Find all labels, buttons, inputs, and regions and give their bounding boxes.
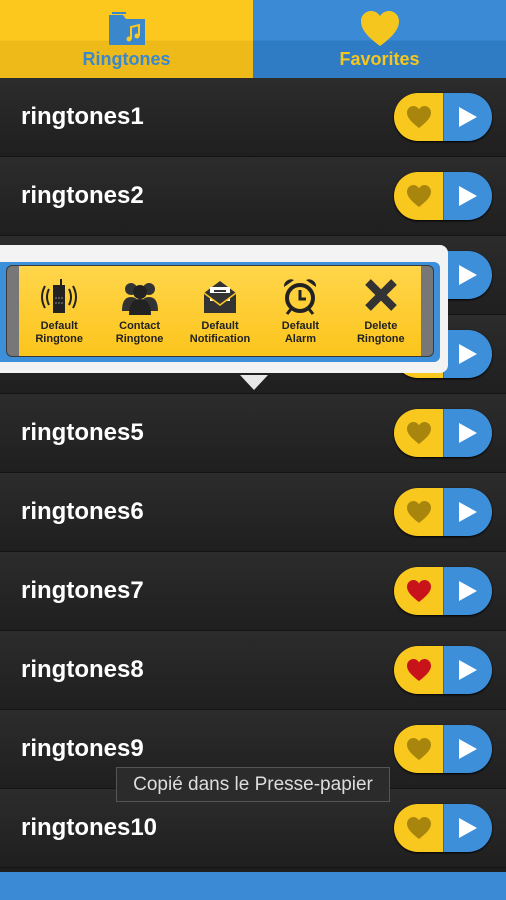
play-icon <box>459 186 477 206</box>
play-icon <box>459 818 477 838</box>
action-alarm-clock[interactable]: Default Alarm <box>260 266 340 356</box>
phone-ringing-icon <box>41 278 78 313</box>
list-item[interactable]: ringtones8 <box>0 631 506 710</box>
heart-icon <box>406 580 431 602</box>
play-button[interactable] <box>443 330 492 378</box>
action-label-line2: Notification <box>189 332 251 345</box>
ringtone-name: ringtones6 <box>21 498 144 525</box>
favorite-button[interactable] <box>394 93 443 141</box>
play-icon <box>459 660 477 680</box>
favorite-button[interactable] <box>394 567 443 615</box>
play-icon <box>459 581 477 601</box>
action-label-line1: Contact <box>119 319 161 332</box>
bottom-bar <box>0 872 506 900</box>
favorite-button[interactable] <box>394 409 443 457</box>
favorite-button[interactable] <box>394 488 443 536</box>
favorite-button[interactable] <box>394 172 443 220</box>
popup-pointer <box>240 375 268 390</box>
ringtone-controls <box>394 646 492 694</box>
favorite-button[interactable] <box>394 725 443 773</box>
action-label-line1: Default <box>281 319 320 332</box>
ringtone-name: ringtones10 <box>21 814 158 841</box>
ringtone-name: ringtones2 <box>21 182 144 209</box>
list-item[interactable]: ringtones2 <box>0 157 506 236</box>
heart-icon <box>406 817 431 839</box>
play-icon <box>459 344 477 364</box>
list-item[interactable]: ringtones1 <box>0 78 506 157</box>
action-label-line2: Ringtone <box>115 332 164 345</box>
ringtone-controls <box>394 488 492 536</box>
play-button[interactable] <box>443 804 492 852</box>
play-icon <box>459 502 477 522</box>
heart-icon <box>406 659 431 681</box>
ringtone-controls <box>394 409 492 457</box>
ringtone-name: ringtones1 <box>21 103 144 130</box>
contacts-icon <box>121 282 158 315</box>
heart-icon <box>406 501 431 523</box>
action-envelope[interactable]: Default Notification <box>180 266 260 356</box>
tab-ringtones[interactable]: Ringtones <box>0 0 253 78</box>
play-icon <box>459 423 477 443</box>
tab-bar: Ringtones Favorites <box>0 0 506 78</box>
ringtone-name: ringtones8 <box>21 656 144 683</box>
tab-label: Favorites <box>339 49 420 69</box>
action-label-line1: Default <box>201 319 239 332</box>
ringtone-controls <box>394 725 492 773</box>
play-icon <box>459 265 477 285</box>
ringtone-name: ringtones7 <box>21 577 144 604</box>
action-label-line1: Default <box>40 319 78 332</box>
list-item[interactable]: ringtones5 <box>0 394 506 473</box>
heart-icon <box>406 106 431 128</box>
play-button[interactable] <box>443 725 492 773</box>
action-label-line1: Delete <box>364 319 398 332</box>
list-item[interactable]: ringtones7 <box>0 552 506 631</box>
play-button[interactable] <box>443 409 492 457</box>
play-icon <box>459 107 477 127</box>
play-button[interactable] <box>443 488 492 536</box>
action-label-line2: Ringtone <box>356 332 405 345</box>
ringtone-list: ringtones1 ringtones2 ringtones3 rington… <box>0 78 506 868</box>
play-button[interactable] <box>443 251 492 299</box>
ringtone-controls <box>394 172 492 220</box>
folder-music-icon <box>108 12 145 45</box>
favorite-button[interactable] <box>394 646 443 694</box>
action-contacts[interactable]: Contact Ringtone <box>99 266 179 356</box>
action-popup: Default Ringtone Contact Ringtone Default Not… <box>0 245 448 373</box>
play-button[interactable] <box>443 172 492 220</box>
envelope-icon <box>203 280 237 313</box>
action-bar: Default Ringtone Contact Ringtone Default Not… <box>19 266 421 356</box>
ringtone-name: ringtones9 <box>21 735 144 762</box>
tab-favorites[interactable]: Favorites <box>253 0 506 78</box>
play-button[interactable] <box>443 567 492 615</box>
favorite-button[interactable] <box>394 804 443 852</box>
ringtone-name: ringtones5 <box>21 419 144 446</box>
action-phone-ringing[interactable]: Default Ringtone <box>19 266 99 356</box>
tab-label: Ringtones <box>82 49 171 69</box>
toast-message: Copié dans le Presse-papier <box>116 767 390 802</box>
ringtone-controls <box>394 567 492 615</box>
heart-icon <box>406 185 431 207</box>
action-delete-x[interactable]: Delete Ringtone <box>341 266 421 356</box>
ringtone-controls <box>394 804 492 852</box>
heart-icon <box>360 11 399 46</box>
list-item[interactable]: ringtones6 <box>0 473 506 552</box>
alarm-clock-icon <box>284 278 317 315</box>
play-button[interactable] <box>443 93 492 141</box>
delete-x-icon <box>364 278 397 311</box>
ringtone-controls <box>394 93 492 141</box>
play-button[interactable] <box>443 646 492 694</box>
heart-icon <box>406 422 431 444</box>
play-icon <box>459 739 477 759</box>
heart-icon <box>406 738 431 760</box>
action-label-line2: Alarm <box>284 332 317 345</box>
action-label-line2: Ringtone <box>35 332 84 345</box>
